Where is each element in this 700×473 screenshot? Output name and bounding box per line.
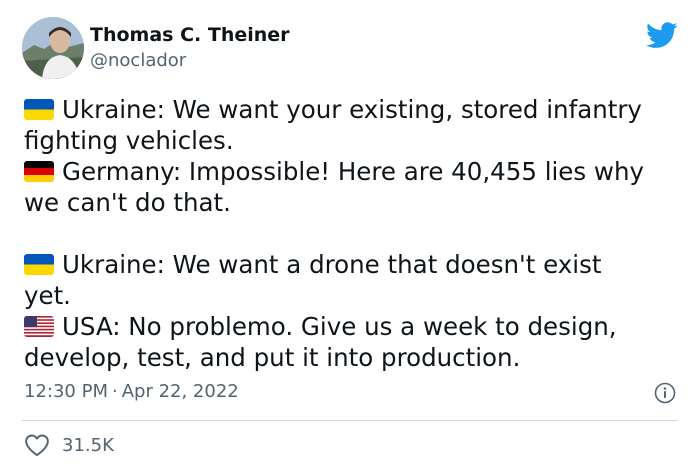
- tweet-text: Ukraine: We want your existing, stored i…: [24, 94, 684, 373]
- info-icon[interactable]: [654, 382, 676, 404]
- germany-flag-icon: [24, 161, 54, 182]
- ukraine-flag-icon: [24, 99, 54, 120]
- twitter-bird-icon[interactable]: [646, 22, 678, 49]
- tweet-time[interactable]: 12:30 PM: [24, 381, 108, 402]
- avatar[interactable]: [22, 17, 84, 79]
- tweet-line: yet.: [24, 281, 71, 310]
- tweet-line: Ukraine: We want a drone that doesn't ex…: [24, 249, 684, 280]
- user-handle[interactable]: @noclador: [90, 48, 290, 74]
- tweet-line: Germany: Impossible! Here are 40,455 lie…: [24, 156, 684, 187]
- tweet-timestamp[interactable]: 12:30 PM · Apr 22, 2022: [24, 380, 239, 404]
- tweet-date[interactable]: Apr 22, 2022: [122, 381, 239, 402]
- tweet-line-text: Ukraine: We want your existing, stored i…: [62, 95, 642, 124]
- tweet-line: develop, test, and put it into productio…: [24, 343, 521, 372]
- divider: [22, 420, 678, 421]
- usa-flag-icon: [24, 316, 54, 337]
- tweet-line-text: Ukraine: We want a drone that doesn't ex…: [62, 250, 602, 279]
- meta-separator: ·: [111, 381, 118, 402]
- tweet-line-text: USA: No problemo. Give us a week to desi…: [62, 312, 617, 341]
- tweet-line: fighting vehicles.: [24, 126, 234, 155]
- tweet-line-text: Germany: Impossible! Here are 40,455 lie…: [62, 157, 644, 186]
- ukraine-flag-icon: [24, 254, 54, 275]
- tweet-line: we can't do that.: [24, 188, 231, 217]
- like-button[interactable]: 31.5K: [24, 430, 114, 460]
- heart-icon[interactable]: [24, 433, 50, 457]
- display-name[interactable]: Thomas C. Theiner: [90, 22, 290, 48]
- user-info: Thomas C. Theiner @noclador: [90, 22, 290, 74]
- like-count: 31.5K: [62, 434, 114, 456]
- tweet-line: Ukraine: We want your existing, stored i…: [24, 94, 684, 125]
- tweet-line: USA: No problemo. Give us a week to desi…: [24, 311, 684, 342]
- tweet-card: Thomas C. Theiner @noclador Ukraine: We …: [0, 0, 700, 473]
